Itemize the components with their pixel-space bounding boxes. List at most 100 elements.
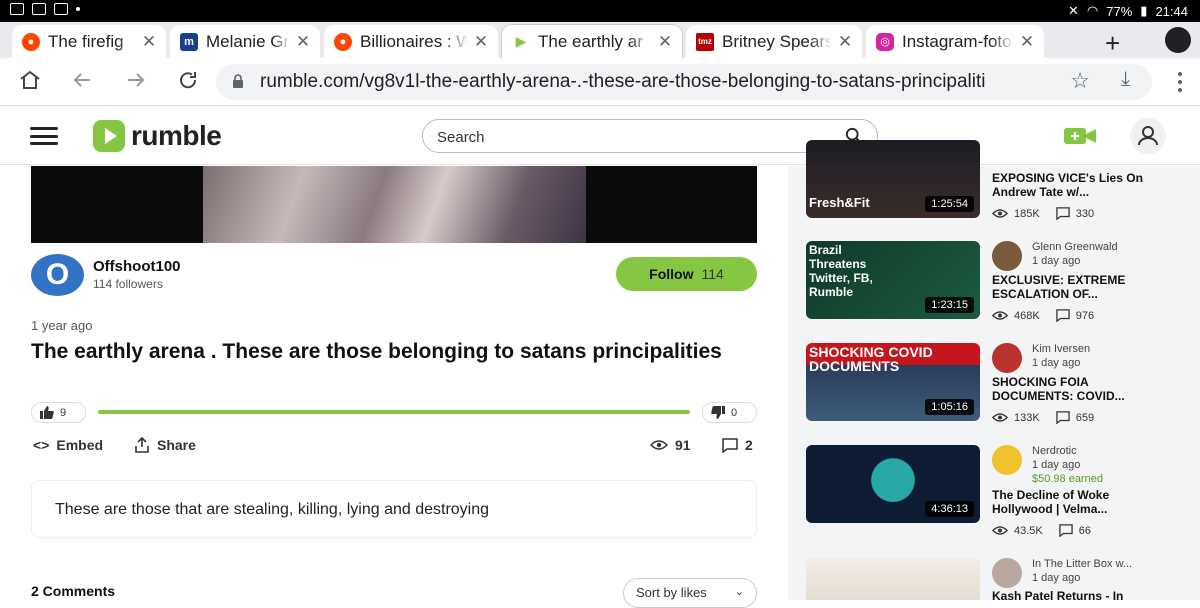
search-input[interactable] bbox=[437, 126, 817, 148]
channel-avatar[interactable] bbox=[992, 241, 1022, 271]
tab-6[interactable]: ◎ Instagram-foto ✕ bbox=[866, 25, 1044, 58]
comments-stat: 66 bbox=[1059, 524, 1091, 537]
sort-dropdown[interactable]: Sort by likes ⌄ bbox=[623, 578, 757, 608]
forward-button[interactable] bbox=[122, 68, 150, 96]
comments-count[interactable]: 2 bbox=[722, 437, 753, 453]
video-thumbnail[interactable]: 4:36:13 bbox=[806, 445, 980, 523]
user-icon bbox=[1138, 126, 1158, 146]
close-tab-icon[interactable]: ✕ bbox=[472, 32, 490, 52]
arrow-left-icon bbox=[73, 73, 90, 87]
channel-avatar[interactable] bbox=[992, 558, 1022, 588]
video-player[interactable] bbox=[31, 166, 757, 243]
related-video-title[interactable]: SHOCKING FOIA DOCUMENTS: COVID... bbox=[992, 375, 1162, 403]
video-thumbnail[interactable]: Brazil Threatens Twitter, FB, Rumble 1:2… bbox=[806, 241, 980, 319]
views-value: 43.5K bbox=[1014, 524, 1043, 537]
download-icon[interactable]: ⤓ bbox=[1121, 68, 1130, 91]
close-tab-icon[interactable]: ✕ bbox=[1018, 32, 1036, 52]
home-button[interactable] bbox=[16, 68, 44, 96]
tab-3[interactable]: ● Billionaires : W ✕ bbox=[324, 25, 498, 58]
arrow-right-icon bbox=[128, 73, 145, 87]
video-stats: 185K 330 bbox=[992, 207, 1094, 220]
new-tab-button[interactable]: + bbox=[1105, 28, 1120, 59]
thumbnail-text: SHOCKING COVID DOCUMENTS bbox=[809, 344, 933, 374]
chevron-down-icon: ⌄ bbox=[734, 586, 744, 598]
channel-name[interactable]: Glenn Greenwald bbox=[1032, 241, 1118, 253]
menu-dot bbox=[1178, 72, 1182, 76]
description-box: These are those that are stealing, killi… bbox=[31, 480, 757, 538]
incognito-notification-icon bbox=[54, 3, 68, 15]
views-stat: 185K bbox=[992, 208, 1040, 220]
battery-level: 77% bbox=[1106, 3, 1133, 19]
channel-avatar[interactable] bbox=[992, 343, 1022, 373]
downvote-button[interactable]: 0 bbox=[702, 402, 757, 423]
related-video-5[interactable]: In The Litter Box w... 1 day ago Kash Pa… bbox=[806, 558, 1176, 600]
channel-name[interactable]: Offshoot100 bbox=[93, 258, 181, 275]
video-thumbnail[interactable]: Fresh&Fit 1:25:54 bbox=[806, 140, 980, 218]
embed-button[interactable]: <> Embed bbox=[33, 437, 103, 453]
omnibox[interactable]: rumble.com/vg8v1l-the-earthly-arena-.-th… bbox=[216, 64, 1152, 100]
hamburger-menu-icon[interactable] bbox=[30, 127, 58, 145]
eye-icon bbox=[650, 440, 668, 450]
browser-menu-button[interactable] bbox=[1168, 70, 1192, 94]
menu-dot bbox=[1178, 80, 1182, 84]
comments-heading: 2 Comments bbox=[31, 583, 116, 599]
embed-label: Embed bbox=[56, 437, 104, 453]
related-video-4[interactable]: 4:36:13 Nerdrotic 1 day ago $50.98 earne… bbox=[806, 445, 1176, 545]
share-button[interactable]: Share bbox=[134, 437, 196, 453]
user-account-button[interactable] bbox=[1130, 118, 1166, 154]
thumbs-up-icon bbox=[40, 406, 54, 419]
channel-name[interactable]: Kim Iversen bbox=[1032, 343, 1090, 355]
channel-name[interactable]: Nerdrotic bbox=[1032, 445, 1077, 457]
thumbnail-text: Fresh&Fit bbox=[809, 195, 870, 210]
url-text[interactable]: rumble.com/vg8v1l-the-earthly-arena-.-th… bbox=[260, 71, 1030, 93]
comments-value: 976 bbox=[1075, 309, 1095, 322]
eye-icon bbox=[992, 311, 1008, 320]
tab-4-active[interactable]: ▶ The earthly ar ✕ bbox=[502, 25, 682, 58]
channel-avatar[interactable] bbox=[992, 445, 1022, 475]
tab-5[interactable]: tmz Britney Spears ✕ bbox=[686, 25, 862, 58]
back-button[interactable] bbox=[68, 68, 96, 96]
video-stats: 133K 659 bbox=[992, 411, 1094, 424]
comments-stat: 330 bbox=[1055, 207, 1095, 220]
rumble-logo[interactable]: rumble bbox=[93, 120, 222, 152]
related-video-title[interactable]: EXCLUSIVE: EXTREME ESCALATION OF... bbox=[992, 273, 1162, 301]
related-video-2[interactable]: Brazil Threatens Twitter, FB, Rumble 1:2… bbox=[806, 241, 1176, 331]
related-video-title[interactable]: The Decline of Woke Hollywood | Velma... bbox=[992, 488, 1162, 516]
close-tab-icon[interactable]: ✕ bbox=[656, 32, 674, 52]
comment-icon bbox=[1055, 207, 1070, 220]
related-video-3[interactable]: SHOCKING COVID DOCUMENTS 1:05:16 Kim Ive… bbox=[806, 343, 1176, 433]
video-stats: 468K 976 bbox=[992, 309, 1094, 322]
related-video-1[interactable]: Fresh&Fit 1:25:54 EXPOSING VICE's Lies O… bbox=[806, 140, 1176, 228]
video-thumbnail[interactable] bbox=[806, 558, 980, 600]
lock-icon bbox=[233, 74, 243, 88]
views-stat: 43.5K bbox=[992, 525, 1043, 537]
video-duration: 1:05:16 bbox=[925, 399, 974, 415]
bookmark-star-icon[interactable]: ☆ bbox=[1070, 68, 1090, 94]
close-tab-icon[interactable]: ✕ bbox=[836, 32, 854, 52]
related-video-title[interactable]: Kash Patel Returns - In bbox=[992, 589, 1162, 600]
reload-button[interactable] bbox=[174, 68, 202, 96]
home-icon bbox=[20, 70, 40, 89]
menu-dot bbox=[1178, 88, 1182, 92]
comment-icon bbox=[722, 437, 738, 453]
channel-avatar[interactable]: O bbox=[31, 254, 84, 296]
tab-1[interactable]: ● The firefig ✕ bbox=[12, 25, 166, 58]
incognito-icon[interactable] bbox=[1165, 27, 1191, 53]
comments-value: 330 bbox=[1075, 207, 1095, 220]
notification-icon bbox=[10, 3, 24, 15]
upload-video-icon[interactable] bbox=[1064, 126, 1096, 146]
browser-toolbar: rumble.com/vg8v1l-the-earthly-arena-.-th… bbox=[0, 58, 1200, 106]
earnings-badge: $50.98 earned bbox=[1032, 473, 1103, 485]
follow-button[interactable]: Follow 114 bbox=[616, 257, 757, 291]
close-tab-icon[interactable]: ✕ bbox=[294, 32, 312, 52]
upvote-button[interactable]: 9 bbox=[31, 402, 86, 423]
tab-2[interactable]: m Melanie Griffit ✕ bbox=[170, 25, 320, 58]
comment-icon bbox=[1059, 524, 1073, 537]
video-thumbnail[interactable]: SHOCKING COVID DOCUMENTS 1:05:16 bbox=[806, 343, 980, 421]
close-tab-icon[interactable]: ✕ bbox=[140, 32, 158, 52]
upload-date: 1 day ago bbox=[1032, 357, 1081, 369]
channel-name[interactable]: In The Litter Box w... bbox=[1032, 558, 1132, 570]
upload-date: 1 day ago bbox=[1032, 459, 1081, 471]
related-video-title[interactable]: EXPOSING VICE's Lies On Andrew Tate w/..… bbox=[992, 171, 1162, 199]
comments-value: 66 bbox=[1078, 524, 1091, 537]
